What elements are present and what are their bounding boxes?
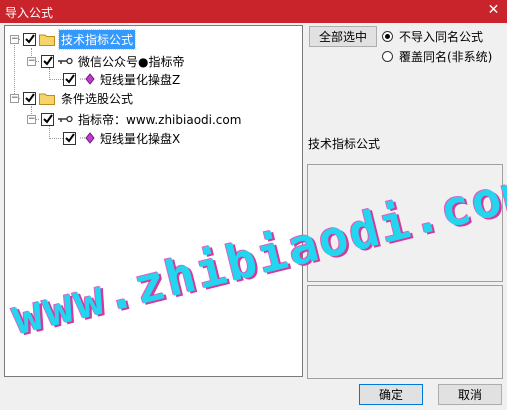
tree-node-label: 微信公众号●指标帝 (78, 54, 185, 69)
radio-button[interactable] (382, 51, 393, 62)
node-checkbox[interactable] (23, 32, 36, 46)
radio-label: 不导入同名公式 (399, 30, 484, 44)
ok-button[interactable]: 确定 (359, 384, 423, 405)
tree-node-formula-z[interactable]: 短线量化操盘Z (63, 70, 182, 88)
select-all-button[interactable]: 全部选中 (309, 26, 377, 47)
tree-node-label: 短线量化操盘X (100, 131, 181, 146)
tree-line (49, 79, 63, 80)
tree-node-screening[interactable]: 条件选股公式 (23, 89, 135, 107)
formula-tree[interactable]: − − − − 技术指标公式 微信公众号●指标帝 短线量化操盘Z 条件选股公式 … (4, 25, 303, 377)
check-icon (42, 114, 53, 124)
formula-params-box (307, 285, 503, 379)
tree-node-wechat[interactable]: 微信公众号●指标帝 (41, 52, 186, 70)
check-icon (42, 56, 53, 66)
collapse-toggle[interactable]: − (27, 115, 36, 124)
dialog-body: − − − − 技术指标公式 微信公众号●指标帝 短线量化操盘Z 条件选股公式 … (2, 23, 505, 408)
folder-icon (39, 93, 55, 105)
key-icon (58, 115, 73, 123)
radio-button[interactable] (382, 31, 393, 42)
tree-node-technical[interactable]: 技术指标公式 (23, 28, 137, 50)
radio-overwrite[interactable]: 覆盖同名(非系统) (382, 48, 492, 65)
formula-icon (80, 132, 95, 144)
node-checkbox[interactable] (63, 131, 76, 145)
node-checkbox[interactable] (23, 91, 36, 105)
cancel-button[interactable]: 取消 (438, 384, 502, 405)
key-icon (58, 57, 73, 65)
window-title: 导入公式 (5, 6, 54, 20)
formula-icon (80, 73, 95, 85)
collapse-toggle[interactable]: − (10, 35, 19, 44)
tree-node-label: 短线量化操盘Z (100, 72, 181, 87)
collapse-toggle[interactable]: − (27, 57, 36, 66)
tree-node-label: 指标帝：www.zhibiaodi.com (78, 112, 242, 127)
collapse-toggle[interactable]: − (10, 94, 19, 103)
radio-label: 覆盖同名(非系统) (399, 50, 493, 64)
radio-no-import[interactable]: 不导入同名公式 (382, 28, 483, 45)
tree-node-formula-x[interactable]: 短线量化操盘X (63, 129, 182, 147)
title-bar: 导入公式 ✕ (0, 0, 507, 23)
tree-node-label: 技术指标公式 (57, 28, 137, 50)
tree-node-zhibiaodi[interactable]: 指标帝：www.zhibiaodi.com (41, 110, 243, 128)
formula-description-box (307, 164, 503, 282)
check-icon (64, 133, 75, 143)
detail-section-label: 技术指标公式 (308, 137, 381, 151)
tree-line (49, 138, 63, 139)
node-checkbox[interactable] (63, 72, 76, 86)
check-icon (64, 74, 75, 84)
tree-line (14, 40, 15, 98)
node-checkbox[interactable] (41, 112, 54, 126)
folder-icon (39, 34, 55, 46)
tree-node-label: 条件选股公式 (61, 91, 134, 106)
check-icon (24, 34, 35, 44)
close-button[interactable]: ✕ (486, 3, 501, 18)
node-checkbox[interactable] (41, 54, 54, 68)
check-icon (24, 93, 35, 103)
